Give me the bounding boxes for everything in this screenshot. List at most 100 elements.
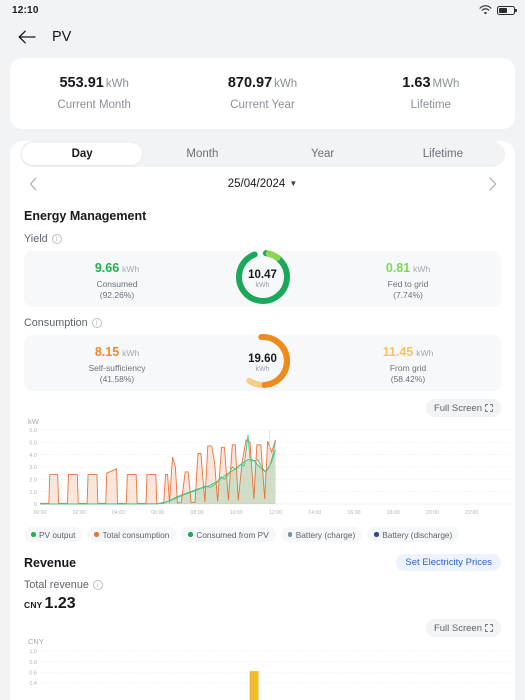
tab-year[interactable]: Year xyxy=(263,143,383,165)
yield-fed-unit: kWh xyxy=(413,263,431,274)
energy-full-screen-button[interactable]: Full Screen xyxy=(425,399,501,417)
summary-value-number: 553.91 xyxy=(59,75,104,91)
date-picker[interactable]: 25/04/2024 ▼ xyxy=(42,178,483,190)
summary-value: 1.63 MWh xyxy=(347,74,515,92)
expand-icon xyxy=(485,404,493,412)
revenue-amount: CNY 1.23 xyxy=(10,593,515,613)
tab-lifetime[interactable]: Lifetime xyxy=(383,143,503,165)
revenue-chart[interactable]: 0.4 0.6 0.8 1.0 xyxy=(10,646,515,700)
summary-item-year: 870.97 kWh Current Year xyxy=(178,74,346,111)
legend-dot-icon xyxy=(94,532,99,537)
yield-right-stat: 0.81 kWh Fed to grid (7.74%) xyxy=(333,259,483,300)
svg-text:6.0: 6.0 xyxy=(29,428,37,434)
svg-text:02:00: 02:00 xyxy=(73,510,86,516)
svg-text:2.0: 2.0 xyxy=(29,478,37,484)
svg-text:20:00: 20:00 xyxy=(426,510,439,516)
summary-value-number: 870.97 xyxy=(227,75,273,91)
svg-text:3.0: 3.0 xyxy=(29,465,37,471)
svg-text:22:00: 22:00 xyxy=(465,510,478,516)
self-sufficiency-value: 8.15 xyxy=(94,344,120,359)
energy-chart-toolbar: Full Screen xyxy=(10,391,515,417)
legend-item-total-consumption[interactable]: Total consumption xyxy=(87,527,177,542)
svg-text:08:00: 08:00 xyxy=(191,510,204,516)
consumption-right-stat: 11.45 kWh From grid (58.42%) xyxy=(333,343,483,384)
summary-label: Current Month xyxy=(57,99,131,111)
summary-value-unit: kWh xyxy=(105,78,129,90)
from-grid-label: From grid xyxy=(389,362,427,373)
yield-label: Yield xyxy=(24,233,48,245)
energy-chart[interactable]: 0 1.0 2.0 3.0 4.0 5.0 6.0 00:00 02:00 04:00 06:00 0… xyxy=(10,426,515,523)
legend-dot-icon xyxy=(31,532,36,537)
self-sufficiency-value-row: 8.15 kWh xyxy=(42,343,192,361)
self-sufficiency-unit: kWh xyxy=(122,347,140,358)
yield-consumed-value: 9.66 xyxy=(94,260,120,275)
yield-fed-value-row: 0.81 kWh xyxy=(333,259,483,277)
svg-text:10:00: 10:00 xyxy=(230,510,243,516)
summary-value: 553.91 kWh xyxy=(10,74,178,92)
energy-chart-svg: 0 1.0 2.0 3.0 4.0 5.0 6.0 00:00 02:00 04:00 06:00 0… xyxy=(29,428,511,516)
revenue-title: Revenue xyxy=(24,555,77,570)
svg-text:14:00: 14:00 xyxy=(308,510,321,516)
chevron-left-icon xyxy=(29,177,37,191)
revenue-currency: CNY xyxy=(24,600,43,610)
back-arrow-icon xyxy=(18,30,36,44)
full-screen-label: Full Screen xyxy=(433,622,482,634)
legend-item-battery-charge[interactable]: Battery (charge) xyxy=(280,527,363,542)
legend-dot-icon xyxy=(374,532,379,537)
tab-month[interactable]: Month xyxy=(142,143,262,165)
status-time: 12:10 xyxy=(12,4,39,16)
revenue-chart-toolbar: Full Screen xyxy=(10,613,515,637)
svg-text:0.8: 0.8 xyxy=(29,660,37,666)
revenue-full-screen-button[interactable]: Full Screen xyxy=(425,619,501,637)
energy-management-title: Energy Management xyxy=(24,209,147,223)
summary-value: 870.97 kWh xyxy=(178,74,346,92)
energy-chart-y-unit: kW xyxy=(28,417,39,426)
full-screen-label: Full Screen xyxy=(433,402,482,414)
page-title: PV xyxy=(52,29,72,45)
self-sufficiency-label: Self-sufficiency xyxy=(88,362,146,373)
next-day-button[interactable] xyxy=(483,175,501,193)
yield-fed-percent: (7.74%) xyxy=(393,289,423,300)
previous-day-button[interactable] xyxy=(24,175,42,193)
expand-icon xyxy=(485,624,493,632)
svg-text:16:00: 16:00 xyxy=(348,510,361,516)
svg-text:0.6: 0.6 xyxy=(29,670,37,676)
navigation-bar: PV xyxy=(0,20,525,54)
consumption-donut-svg xyxy=(235,334,290,388)
svg-text:18:00: 18:00 xyxy=(387,510,400,516)
svg-text:5.0: 5.0 xyxy=(29,441,37,447)
revenue-chart-svg: 0.4 0.6 0.8 1.0 xyxy=(29,649,511,700)
yield-fed-value: 0.81 xyxy=(385,260,411,275)
from-grid-unit: kWh xyxy=(416,347,434,358)
legend-item-battery-discharge[interactable]: Battery (discharge) xyxy=(367,527,460,542)
yield-donut-row: 9.66 kWh Consumed (92.26%) 10.47 kWh 0.8… xyxy=(24,249,501,309)
summary-label: Current Year xyxy=(230,99,295,111)
from-grid-value: 11.45 xyxy=(382,344,414,359)
info-icon[interactable]: i xyxy=(51,234,62,244)
legend-item-pv-output[interactable]: PV output xyxy=(24,527,83,542)
consumption-label: Consumption xyxy=(24,317,88,329)
set-electricity-prices-button[interactable]: Set Electricity Prices xyxy=(396,554,501,571)
info-icon[interactable]: i xyxy=(92,580,103,590)
yield-consumed-unit: kWh xyxy=(122,263,140,274)
tab-day[interactable]: Day xyxy=(22,143,143,165)
yield-consumed-value-row: 9.66 kWh xyxy=(42,259,192,277)
legend-item-consumed-from-pv[interactable]: Consumed from PV xyxy=(181,527,276,542)
summary-label: Lifetime xyxy=(410,99,451,111)
back-button[interactable] xyxy=(16,26,38,48)
pv-detail-screen: 12:10 PV 553.91 kWh Current Month 870.97… xyxy=(0,0,525,700)
from-grid-percent: (58.42%) xyxy=(390,373,426,384)
info-icon[interactable]: i xyxy=(91,318,102,328)
legend-label: Battery (discharge) xyxy=(382,529,453,540)
status-indicators xyxy=(479,5,517,15)
summary-item-month: 553.91 kWh Current Month xyxy=(10,74,178,111)
revenue-chart-y-unit: CNY xyxy=(28,637,44,646)
consumption-donut-row: 8.15 kWh Self-sufficiency (41.58%) 19.60 … xyxy=(24,334,501,391)
legend-label: Battery (charge) xyxy=(295,529,356,540)
energy-main-card: Day Month Year Lifetime 25/04/2024 ▼ Ener… xyxy=(10,141,515,700)
svg-text:4.0: 4.0 xyxy=(29,453,37,459)
total-revenue-label-row: Total revenue i xyxy=(10,571,515,593)
summary-value-unit: kWh xyxy=(274,78,298,90)
yield-donut-chart: 10.47 kWh xyxy=(233,249,293,309)
from-grid-value-row: 11.45 kWh xyxy=(333,343,483,361)
